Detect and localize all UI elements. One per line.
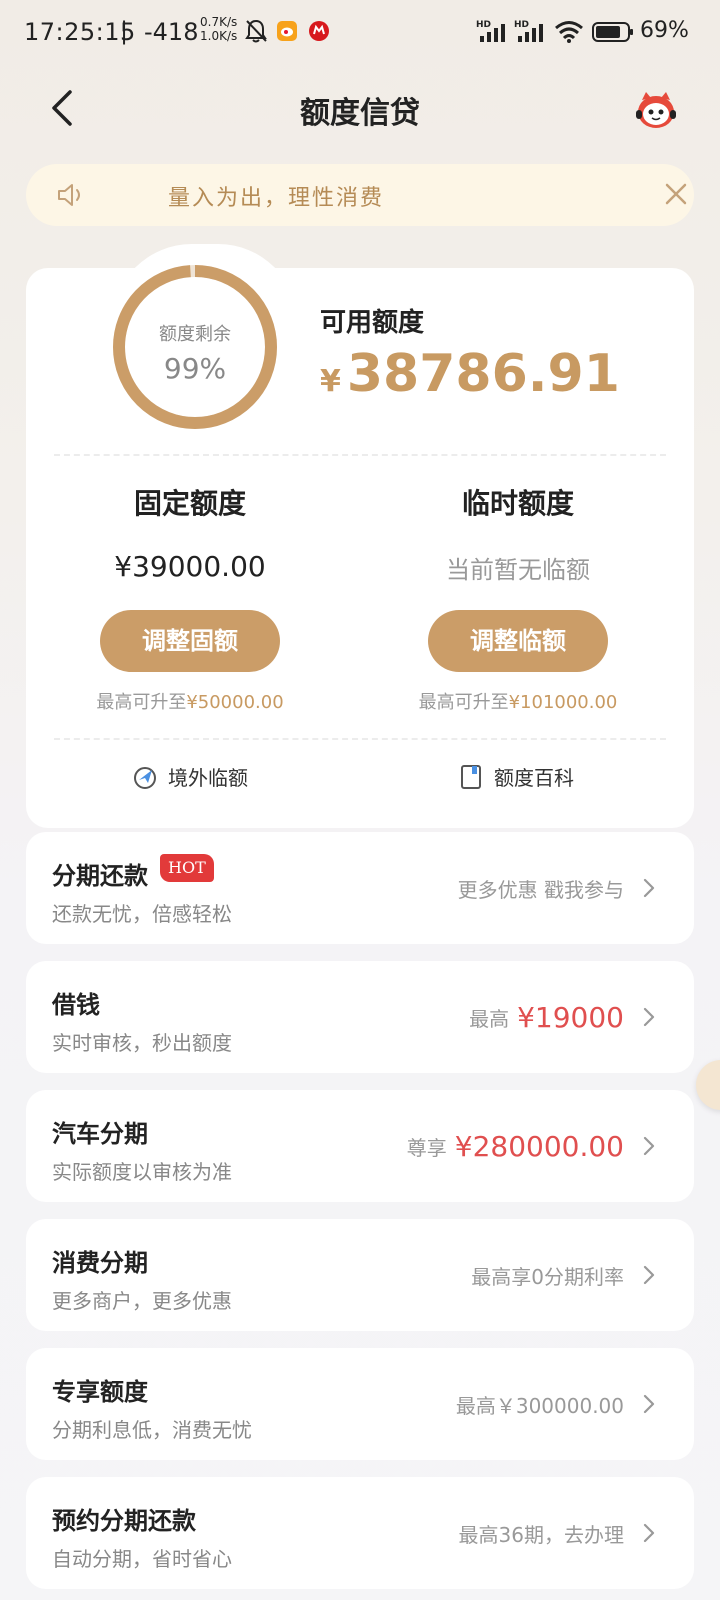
item-subtitle: 实时审核，秒出额度 (52, 1031, 232, 1055)
item-title: 消费分期 (52, 1249, 148, 1277)
remaining-ring (113, 265, 277, 429)
speaker-icon (58, 184, 80, 206)
divider-top (54, 454, 666, 456)
status-bar: 17:25:15 | -418 0.7K/s 1.0K/s HD HD 69% (0, 0, 720, 64)
list-item-borrow[interactable]: 借钱 实时审核，秒出额度 最高 ¥19000 (26, 961, 694, 1073)
svg-text:HD: HD (514, 20, 529, 30)
item-title: 分期还款 (52, 862, 148, 890)
item-right: 最高36期，去办理 (459, 1477, 624, 1589)
temp-limit-title: 临时额度 (461, 487, 574, 520)
bank-app-icon (309, 21, 329, 41)
signal-hd-icon-1: HD (476, 20, 505, 42)
divider-bottom (54, 738, 666, 740)
floating-assistant-button[interactable] (696, 1060, 720, 1110)
temp-max-line: 最高可升至¥101000.00 (368, 688, 668, 714)
item-title: 专享额度 (52, 1378, 148, 1406)
item-subtitle: 实际额度以审核为准 (52, 1160, 232, 1184)
notice-text: 量入为出，理性消费 (168, 186, 385, 211)
battery-percent: 69% (640, 18, 689, 43)
wifi-icon (555, 21, 583, 43)
page-title: 额度信贷 (300, 96, 420, 131)
overseas-temp-link[interactable]: 境外临额 (132, 762, 248, 791)
item-right: 尊享 ¥280000.00 (407, 1090, 624, 1202)
status-separator: | (120, 17, 129, 45)
item-right: 最高享0分期利率 (471, 1219, 624, 1331)
item-right-text: 更多优惠 戳我参与 (457, 877, 624, 902)
battery-icon (592, 22, 633, 42)
signal-hd-icon-2: HD (514, 20, 543, 42)
item-right-text: 最高 (469, 1006, 510, 1031)
chevron-right-icon (643, 1007, 655, 1027)
available-label: 可用额度 (320, 308, 425, 338)
item-title: 预约分期还款 (52, 1507, 196, 1535)
status-number: -418 (144, 18, 199, 46)
item-subtitle: 更多商户，更多优惠 (52, 1289, 232, 1313)
list-item-car-installment[interactable]: 汽车分期 实际额度以审核为准 尊享 ¥280000.00 (26, 1090, 694, 1202)
ring-label: 额度剩余 (159, 324, 231, 345)
temp-max-prefix: 最高可升至 (418, 692, 509, 713)
fixed-limit-title: 固定额度 (133, 487, 246, 520)
temp-limit-amount: 当前暂无临额 (446, 556, 590, 584)
book-icon (461, 764, 481, 789)
item-right-value: ¥19000 (517, 1000, 624, 1034)
ring-percent: 99% (163, 352, 227, 385)
speed-up: 0.7K/s (200, 15, 238, 29)
currency-symbol: ¥ (320, 364, 341, 399)
list-item-installment-repay[interactable]: 分期还款 HOT 还款无忧，倍感轻松 更多优惠 戳我参与 (26, 832, 694, 944)
network-speed: 0.7K/s 1.0K/s (200, 15, 237, 43)
item-right-text: 最高享0分期利率 (471, 1264, 624, 1289)
chevron-right-icon (643, 1265, 655, 1285)
remaining-ring-arc (113, 265, 277, 429)
available-number: 38786.91 (346, 344, 620, 404)
bell-muted-icon (245, 19, 267, 43)
fixed-limit-amount: ¥39000.00 (114, 550, 266, 583)
chevron-right-icon (643, 1523, 655, 1543)
fixed-limit-section: 固定额度 ¥39000.00 调整固额 最高可升至¥50000.00 (40, 482, 340, 714)
item-title: 汽车分期 (52, 1120, 148, 1148)
item-subtitle: 还款无忧，倍感轻松 (52, 902, 232, 926)
fixed-max-line: 最高可升至¥50000.00 (40, 688, 340, 714)
item-right-text: 最高￥300000.00 (455, 1393, 624, 1418)
hot-badge: HOT (160, 854, 214, 882)
list-item-exclusive-limit[interactable]: 专享额度 分期利息低，消费无忧 最高￥300000.00 (26, 1348, 694, 1460)
list-item-scheduled-installment[interactable]: 预约分期还款 自动分期，省时省心 最高36期，去办理 (26, 1477, 694, 1589)
mascot-service-icon[interactable] (632, 84, 680, 132)
item-title: 借钱 (52, 991, 100, 1019)
fixed-max-prefix: 最高可升至 (96, 692, 187, 713)
temp-max-value: ¥101000.00 (508, 692, 618, 713)
close-icon[interactable] (662, 180, 690, 208)
limit-wiki-label: 额度百科 (494, 766, 574, 790)
chevron-right-icon (643, 1136, 655, 1156)
item-subtitle: 分期利息低，消费无忧 (52, 1418, 252, 1442)
notice-bar: 量入为出，理性消费 (26, 164, 694, 226)
weibo-app-icon (277, 21, 297, 41)
adjust-temp-button[interactable]: 调整临额 (428, 610, 608, 672)
globe-plane-icon (134, 766, 156, 789)
chevron-right-icon (643, 878, 655, 898)
item-subtitle: 自动分期，省时省心 (52, 1547, 232, 1571)
fixed-max-value: ¥50000.00 (186, 692, 284, 713)
item-right: 更多优惠 戳我参与 (458, 832, 624, 944)
available-amount: ¥38786.91 (320, 344, 620, 404)
item-right-value: ¥280000.00 (454, 1129, 624, 1163)
limit-wiki-link[interactable]: 额度百科 (458, 762, 574, 791)
item-right-text: 最高36期，去办理 (458, 1522, 624, 1547)
svg-text:HD: HD (476, 20, 491, 30)
list-item-consumer-installment[interactable]: 消费分期 更多商户，更多优惠 最高享0分期利率 (26, 1219, 694, 1331)
item-right: 最高￥300000.00 (456, 1348, 624, 1460)
item-right-text: 尊享 (406, 1135, 447, 1160)
header: 额度信贷 (0, 72, 720, 142)
temp-limit-section: 临时额度 当前暂无临额 调整临额 最高可升至¥101000.00 (368, 482, 668, 714)
credit-card: 额度剩余 99% 可用额度 ¥38786.91 固定额度 ¥39000.00 调… (26, 244, 694, 828)
speed-down: 1.0K/s (200, 29, 238, 43)
adjust-fixed-button[interactable]: 调整固额 (100, 610, 280, 672)
overseas-temp-label: 境外临额 (168, 766, 248, 790)
item-right: 最高 ¥19000 (469, 961, 624, 1073)
chevron-right-icon (643, 1394, 655, 1414)
